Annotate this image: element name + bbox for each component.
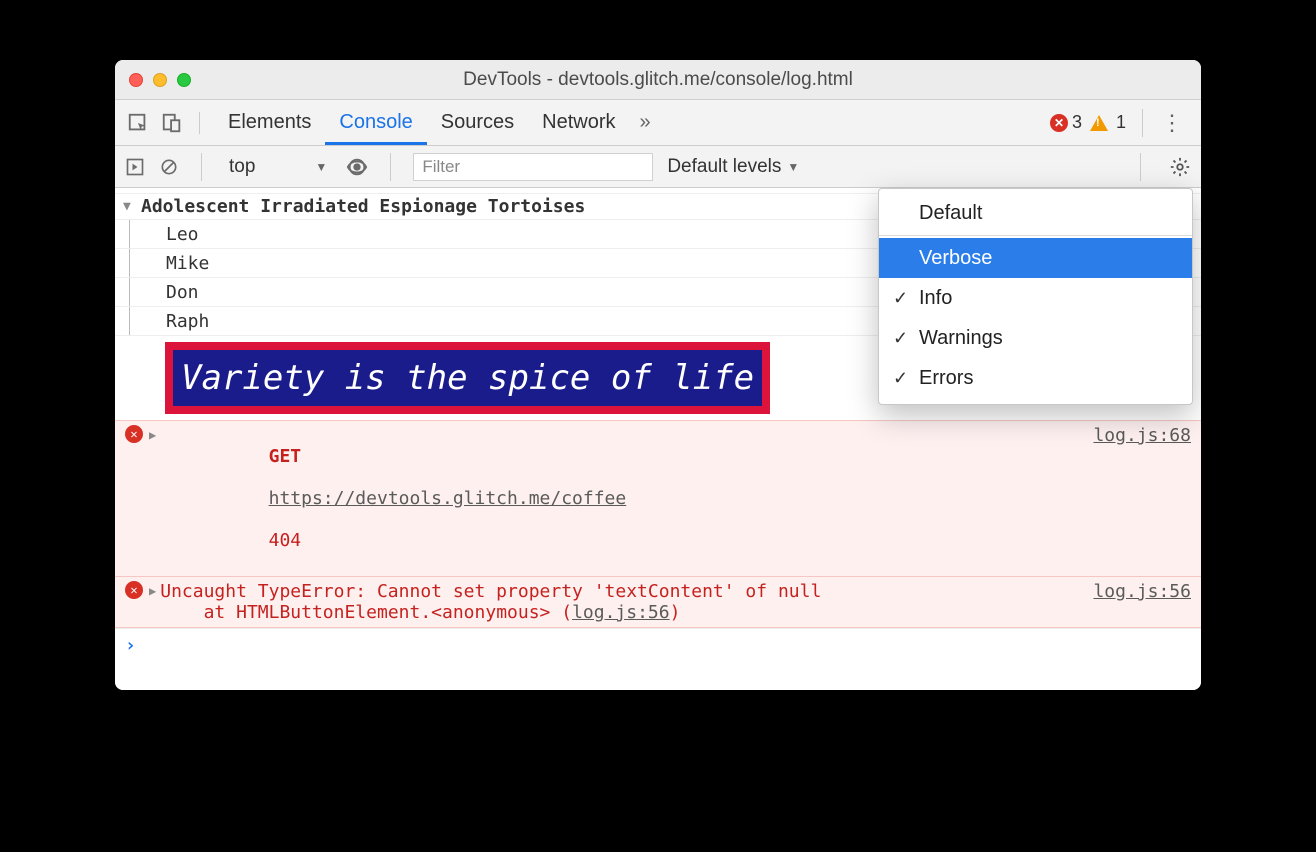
context-value: top — [229, 156, 255, 178]
check-icon: ✓ — [893, 368, 919, 389]
zoom-window-button[interactable] — [177, 73, 191, 87]
dropdown-item-default[interactable]: Default — [879, 193, 1192, 233]
close-window-button[interactable] — [129, 73, 143, 87]
console-error-row[interactable]: ✕ ▶ GET https://devtools.glitch.me/coffe… — [115, 420, 1201, 577]
tab-sources[interactable]: Sources — [427, 100, 528, 145]
devtools-window: DevTools - devtools.glitch.me/console/lo… — [115, 60, 1201, 690]
warning-count-badge[interactable]: 1 — [1090, 112, 1126, 133]
console-group-title: Adolescent Irradiated Espionage Tortoise… — [141, 196, 585, 217]
tab-console[interactable]: Console — [325, 100, 426, 145]
window-title: DevTools - devtools.glitch.me/console/lo… — [115, 69, 1201, 91]
error-icon: ✕ — [1050, 114, 1068, 132]
live-expression-icon[interactable] — [346, 156, 368, 178]
error-message: Uncaught TypeError: Cannot set property … — [160, 581, 1083, 623]
prompt-chevron-icon: › — [125, 635, 136, 656]
tab-elements[interactable]: Elements — [214, 100, 325, 145]
dropdown-separator — [879, 235, 1192, 236]
dropdown-item-info[interactable]: ✓ Info — [879, 278, 1192, 318]
chevron-down-icon: ▼ — [315, 160, 327, 174]
styled-log-text: Variety is the spice of life — [181, 358, 754, 398]
filter-input[interactable]: Filter — [413, 153, 653, 181]
console-toolbar: top ▼ Filter Default levels ▼ — [115, 146, 1201, 188]
error-message: GET https://devtools.glitch.me/coffee 40… — [160, 425, 1083, 572]
styled-log-message: Variety is the spice of life — [165, 342, 770, 414]
divider — [1140, 153, 1141, 181]
divider — [201, 153, 202, 181]
source-link[interactable]: log.js:56 — [1093, 581, 1191, 602]
warning-count: 1 — [1116, 112, 1126, 133]
devtools-menu-icon[interactable]: ⋮ — [1151, 110, 1193, 136]
divider — [390, 153, 391, 181]
check-icon: ✓ — [893, 288, 919, 309]
toggle-sidebar-icon[interactable] — [125, 157, 145, 177]
dropdown-item-verbose[interactable]: Verbose — [879, 238, 1192, 278]
dropdown-item-warnings[interactable]: ✓ Warnings — [879, 318, 1192, 358]
clear-console-icon[interactable] — [159, 157, 179, 177]
context-selector[interactable]: top ▼ — [224, 153, 332, 181]
console-error-row[interactable]: ✕ ▶ Uncaught TypeError: Cannot set prope… — [115, 577, 1201, 628]
device-toggle-icon[interactable] — [161, 112, 183, 134]
divider — [1142, 109, 1143, 137]
error-icon: ✕ — [125, 581, 143, 599]
chevron-down-icon: ▼ — [787, 160, 799, 174]
log-level-selector[interactable]: Default levels ▼ — [667, 156, 799, 178]
tab-network[interactable]: Network — [528, 100, 629, 145]
error-count: 3 — [1072, 112, 1082, 133]
inspect-element-icon[interactable] — [127, 112, 149, 134]
expand-arrow-icon[interactable]: ▶ — [149, 428, 156, 442]
error-icon: ✕ — [125, 425, 143, 443]
minimize-window-button[interactable] — [153, 73, 167, 87]
error-count-badge[interactable]: ✕ 3 — [1050, 112, 1082, 133]
dropdown-item-errors[interactable]: ✓ Errors — [879, 358, 1192, 398]
console-prompt[interactable]: › — [115, 628, 1201, 662]
expand-arrow-icon[interactable]: ▶ — [149, 584, 156, 598]
devtools-tabbar: Elements Console Sources Network » ✕ 3 1… — [115, 100, 1201, 146]
traffic-lights — [129, 73, 191, 87]
source-link[interactable]: log.js:68 — [1093, 425, 1191, 446]
log-level-label: Default levels — [667, 156, 781, 178]
disclosure-triangle-icon[interactable]: ▼ — [123, 199, 137, 214]
check-icon: ✓ — [893, 328, 919, 349]
log-level-dropdown: Default Verbose ✓ Info ✓ Warnings ✓ Erro… — [878, 188, 1193, 405]
more-tabs-icon[interactable]: » — [630, 111, 661, 134]
settings-gear-icon[interactable] — [1163, 156, 1191, 178]
warning-icon — [1090, 115, 1108, 131]
titlebar: DevTools - devtools.glitch.me/console/lo… — [115, 60, 1201, 100]
